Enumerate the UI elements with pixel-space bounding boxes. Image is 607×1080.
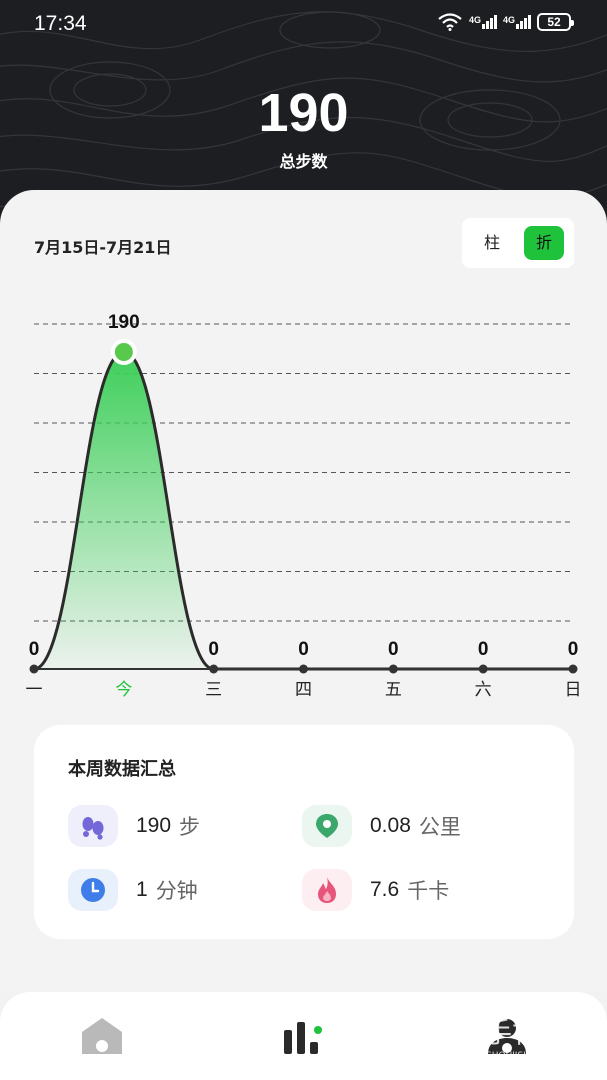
total-steps-label: 总步数	[279, 152, 328, 171]
data-label: 0	[478, 639, 489, 660]
data-point[interactable]	[29, 664, 39, 674]
x-tick-label: 四	[295, 680, 312, 700]
steps-chart: 0 一 190 今 0 三 0 四 0 五 0 六 0 日	[0, 300, 607, 710]
data-label: 0	[388, 639, 399, 660]
stat-distance: 0.08 公里	[302, 805, 461, 847]
stat-calories-value: 7.6	[370, 878, 400, 901]
location-pin-icon	[302, 805, 352, 847]
signal-label: 4G	[468, 15, 481, 25]
series-area	[34, 352, 573, 669]
data-point[interactable]	[114, 343, 133, 361]
nav-home[interactable]	[78, 1014, 126, 1058]
data-label: 0	[298, 639, 309, 660]
nav-stats[interactable]	[282, 1020, 326, 1058]
stat-calories: 7.6 千卡	[302, 869, 449, 911]
summary-title: 本周数据汇总	[68, 759, 176, 780]
stat-steps-value: 190	[136, 814, 172, 837]
data-point[interactable]	[478, 664, 488, 674]
watermark-logo: 手机鼠 SHOUJISHU.COM	[424, 1006, 584, 1064]
stat-distance-unit: 公里	[418, 815, 461, 839]
data-point[interactable]	[388, 664, 398, 674]
data-label: 0	[568, 639, 579, 660]
x-tick-label: 六	[475, 680, 492, 700]
signal-label-2: 4G	[502, 15, 515, 25]
chart-type-toggle: 柱 折	[462, 218, 574, 268]
date-range: 7月15日-7月21日	[34, 238, 172, 257]
stat-duration-value: 1	[136, 878, 148, 901]
signal-icon: 4G	[469, 15, 497, 29]
svg-text:SHOUJISHU.COM: SHOUJISHU.COM	[486, 1051, 561, 1061]
stat-steps: 190 步	[68, 805, 200, 847]
data-point[interactable]	[209, 664, 219, 674]
clock-icon	[68, 869, 118, 911]
x-tick-label: 今	[115, 680, 132, 700]
wifi-icon	[438, 13, 462, 31]
line-chart-option[interactable]: 折	[524, 226, 564, 260]
status-time: 17:34	[34, 12, 87, 35]
steps-chart-svg: 0 一 190 今 0 三 0 四 0 五 0 六 0 日	[26, 312, 582, 700]
stat-distance-value: 0.08	[370, 814, 411, 837]
total-steps-value: 190	[258, 83, 349, 143]
stat-steps-unit: 步	[179, 815, 201, 839]
footprints-icon	[68, 805, 118, 847]
battery-icon: 52	[537, 13, 574, 31]
stat-duration-unit: 分钟	[155, 879, 198, 903]
bar-chart-option[interactable]: 柱	[472, 226, 512, 260]
x-tick-label: 三	[205, 680, 222, 700]
stat-calories-unit: 千卡	[407, 879, 450, 903]
data-label: 190	[108, 312, 140, 333]
data-point[interactable]	[299, 664, 308, 674]
stats-icon	[284, 1022, 322, 1054]
battery-level: 52	[547, 15, 561, 29]
weekly-summary-card: 本周数据汇总 190 步 0.08 公里 1 分钟 7.6 千卡	[34, 725, 574, 939]
x-tick-label: 一	[26, 680, 43, 700]
data-label: 0	[208, 639, 219, 660]
svg-text:手机鼠: 手机鼠	[484, 1016, 568, 1049]
status-bar: 17:34 4G 4G 52	[0, 0, 607, 48]
data-label: 0	[29, 639, 40, 660]
flame-icon	[302, 869, 352, 911]
x-tick-label: 日	[565, 680, 582, 700]
stat-duration: 1 分钟	[68, 869, 198, 911]
x-tick-label: 五	[385, 680, 402, 700]
signal-icon-2: 4G	[503, 15, 531, 29]
home-icon	[82, 1018, 122, 1054]
status-icons: 4G 4G 52	[437, 13, 574, 31]
data-point[interactable]	[568, 664, 578, 674]
